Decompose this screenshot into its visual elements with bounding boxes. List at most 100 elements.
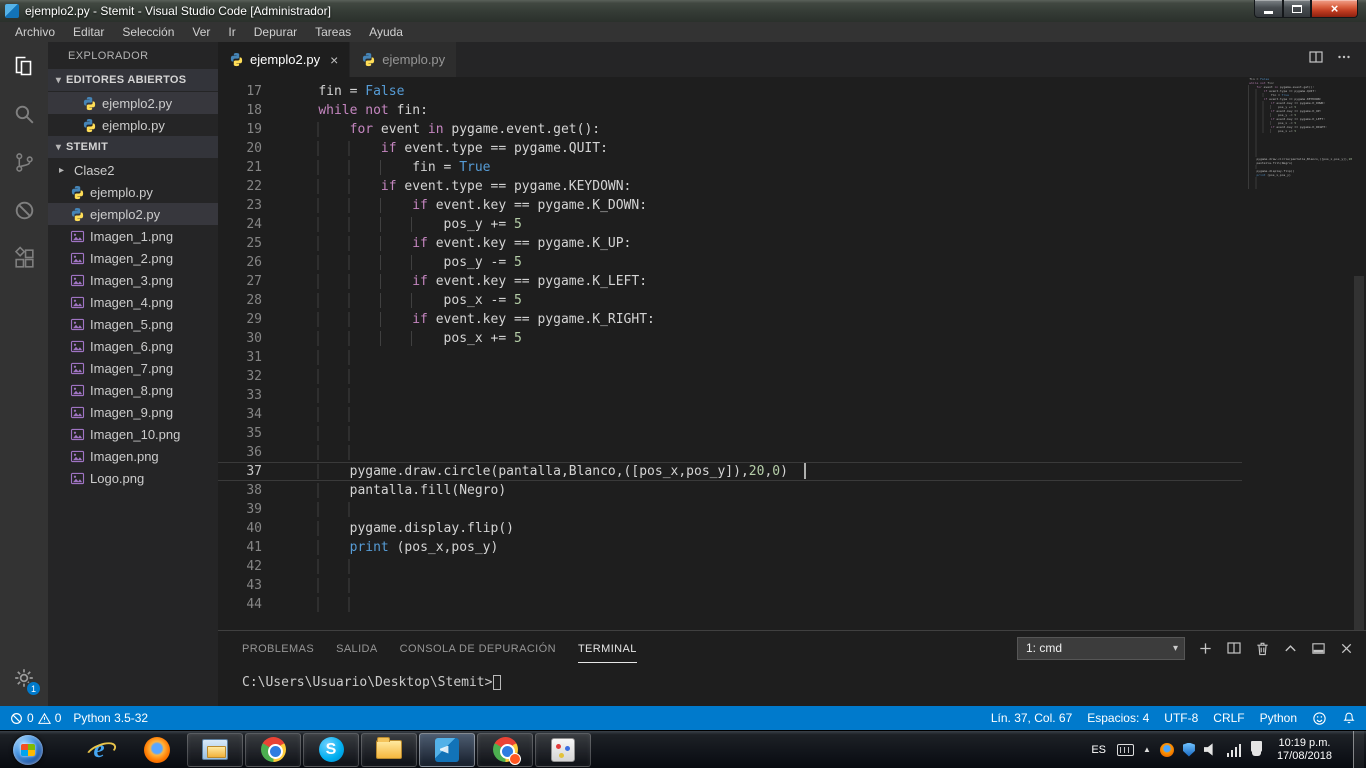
file-item-Imagen.png[interactable]: Imagen.png [48,445,218,467]
kill-terminal-button[interactable] [1255,641,1270,656]
language-indicator[interactable]: ES [1089,744,1108,756]
code-line-26[interactable]: 26 pos_y -= 5 [218,253,1242,272]
code-line-41[interactable]: 41 print (pos_x,pos_y) [218,538,1242,557]
code-line-40[interactable]: 40 pygame.display.flip() [218,519,1242,538]
file-item-Imagen_3.png[interactable]: Imagen_3.png [48,269,218,291]
close-panel-button[interactable] [1339,641,1354,656]
firefox-tray-icon[interactable] [1159,742,1174,757]
tab-ejemplo.py[interactable]: ejemplo.py [350,42,458,77]
close-button[interactable]: × [1311,0,1358,18]
file-item-Imagen_1.png[interactable]: Imagen_1.png [48,225,218,247]
taskbar-chrome-secondary[interactable] [477,732,533,767]
python-interpreter[interactable]: Python 3.5-32 [73,711,148,725]
menu-item-tareas[interactable]: Tareas [306,22,360,42]
file-item-ejemplo2.py[interactable]: ejemplo2.py [48,203,218,225]
file-item-Imagen_7.png[interactable]: Imagen_7.png [48,357,218,379]
section-header[interactable]: ▾ STEMIT [48,136,218,158]
code-line-35[interactable]: 35 [218,424,1242,443]
minimize-button[interactable] [1254,0,1283,18]
code-editor[interactable]: 17 fin = False 18 while not fin: 19 for ev… [218,77,1366,630]
tab-ejemplo2.py[interactable]: ejemplo2.py × [218,42,351,77]
menu-item-ir[interactable]: Ir [219,22,244,42]
new-terminal-button[interactable] [1198,641,1213,656]
power-icon[interactable] [1251,743,1261,756]
taskbar-chrome[interactable] [245,732,301,767]
code-line-31[interactable]: 31 [218,348,1242,367]
folder-item-Clase2[interactable]: ▸ Clase2 [48,159,218,181]
extensions-view-button[interactable] [0,234,48,282]
code-line-32[interactable]: 32 [218,367,1242,386]
menu-item-ayuda[interactable]: Ayuda [360,22,412,42]
status-item[interactable]: Python [1260,711,1297,725]
clock[interactable]: 10:19 p.m. 17/08/2018 [1270,737,1339,763]
taskbar-internet-explorer[interactable] [71,733,127,767]
menu-item-archivo[interactable]: Archivo [6,22,64,42]
show-desktop-button[interactable] [1353,730,1364,768]
scrollbar-thumb[interactable] [1354,276,1364,630]
code-line-21[interactable]: 21 fin = True [218,158,1242,177]
debug-view-button[interactable] [0,186,48,234]
code-line-43[interactable]: 43 [218,576,1242,595]
file-item-Imagen_2.png[interactable]: Imagen_2.png [48,247,218,269]
menu-item-selección[interactable]: Selección [113,22,183,42]
keyboard-icon[interactable] [1117,743,1135,756]
code-line-39[interactable]: 39 [218,500,1242,519]
file-item-ejemplo.py[interactable]: ejemplo.py [48,114,218,136]
code-line-17[interactable]: 17 fin = False [218,82,1242,101]
file-item-ejemplo2.py[interactable]: ejemplo2.py [48,92,218,114]
code-line-24[interactable]: 24 pos_y += 5 [218,215,1242,234]
more-actions-button[interactable] [1336,49,1352,70]
panel-tab-salida[interactable]: SALIDA [336,634,378,663]
taskbar-libraries[interactable] [187,732,243,767]
panel-tab-terminal[interactable]: TERMINAL [577,634,637,663]
file-item-Imagen_9.png[interactable]: Imagen_9.png [48,401,218,423]
section-header[interactable]: ▾ EDITORES ABIERTOS [48,69,218,91]
source-control-view-button[interactable] [0,138,48,186]
taskbar-vscode[interactable] [419,732,475,767]
problems-status[interactable]: 0 0 [10,711,61,725]
terminal[interactable]: C:\Users\Usuario\Desktop\Stemit> [218,665,1366,690]
code-line-34[interactable]: 34 [218,405,1242,424]
menu-item-editar[interactable]: Editar [64,22,113,42]
code-line-29[interactable]: 29 if event.key == pygame.K_RIGHT: [218,310,1242,329]
shield-tray-icon[interactable] [1182,742,1195,757]
menu-item-ver[interactable]: Ver [183,22,219,42]
minimap[interactable]: fin = False while not fin: for event in … [1242,77,1352,630]
file-item-Imagen_6.png[interactable]: Imagen_6.png [48,335,218,357]
panel-tab-problemas[interactable]: PROBLEMAS [242,634,314,663]
split-terminal-button[interactable] [1226,640,1242,656]
file-item-Imagen_4.png[interactable]: Imagen_4.png [48,291,218,313]
status-item[interactable]: CRLF [1213,711,1244,725]
code-line-22[interactable]: 22 if event.type == pygame.KEYDOWN: [218,177,1242,196]
code-line-30[interactable]: 30 pos_x += 5 [218,329,1242,348]
code-line-25[interactable]: 25 if event.key == pygame.K_UP: [218,234,1242,253]
file-item-Logo.png[interactable]: Logo.png [48,467,218,489]
maximize-panel-button[interactable] [1283,641,1298,656]
code-line-38[interactable]: 38 pantalla.fill(Negro) [218,481,1242,500]
code-line-18[interactable]: 18 while not fin: [218,101,1242,120]
taskbar-skype[interactable] [303,732,359,767]
code-line-42[interactable]: 42 [218,557,1242,576]
code-line-23[interactable]: 23 if event.key == pygame.K_DOWN: [218,196,1242,215]
code-line-28[interactable]: 28 pos_x -= 5 [218,291,1242,310]
settings-button[interactable]: 1 [0,656,48,700]
code-line-27[interactable]: 27 if event.key == pygame.K_LEFT: [218,272,1242,291]
taskbar-firefox[interactable] [129,733,185,767]
file-item-ejemplo.py[interactable]: ejemplo.py [48,181,218,203]
menu-item-depurar[interactable]: Depurar [245,22,306,42]
code-line-44[interactable]: 44 [218,595,1242,614]
code-line-36[interactable]: 36 [218,443,1242,462]
status-item[interactable]: Espacios: 4 [1087,711,1149,725]
terminal-select[interactable]: 1: cmd ▾ [1017,636,1185,660]
explorer-view-button[interactable] [0,42,48,90]
start-button[interactable] [13,734,43,765]
taskbar-paint[interactable] [535,732,591,767]
title-bar[interactable]: ejemplo2.py - Stemit - Visual Studio Cod… [0,0,1366,22]
code-line-19[interactable]: 19 for event in pygame.event.get(): [218,120,1242,139]
maximize-button[interactable] [1283,0,1311,18]
code-line-20[interactable]: 20 if event.type == pygame.QUIT: [218,139,1242,158]
file-item-Imagen_8.png[interactable]: Imagen_8.png [48,379,218,401]
close-tab-icon[interactable]: × [330,52,338,68]
panel-layout-button[interactable] [1311,641,1326,656]
file-item-Imagen_5.png[interactable]: Imagen_5.png [48,313,218,335]
